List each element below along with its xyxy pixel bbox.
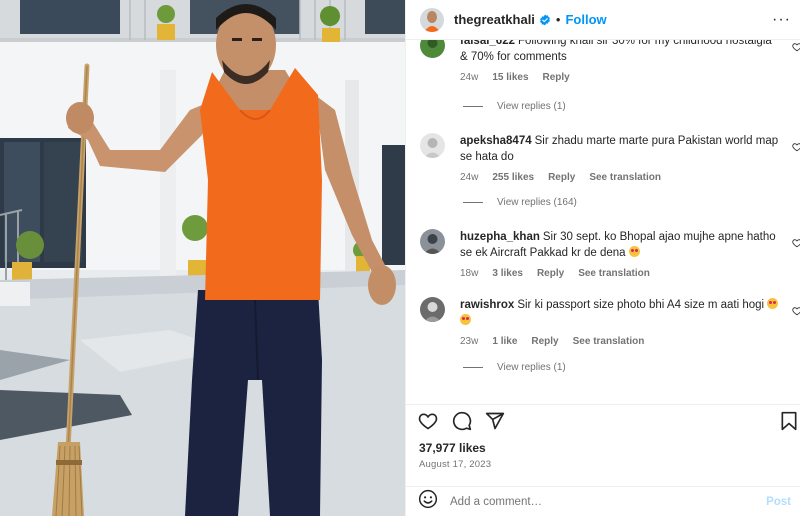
comment-meta: 23w 1 like Reply See translation: [460, 336, 790, 347]
see-translation-button[interactable]: See translation: [573, 336, 645, 347]
comment-time: 23w: [460, 336, 479, 347]
comment-time: 24w: [460, 72, 479, 83]
comment-meta: 24w 255 likes Reply See translation: [460, 172, 790, 183]
comment-likes[interactable]: 1 like: [492, 336, 517, 347]
comment-item: huzepha_khan Sir 30 sept. ko Bhopal ajao …: [420, 229, 800, 279]
post-photo: [0, 0, 405, 516]
reply-button[interactable]: Reply: [548, 172, 575, 183]
post-likes-count[interactable]: 37,977 likes: [419, 441, 486, 455]
comment-meta: 18w 3 likes Reply See translation: [460, 268, 790, 279]
view-replies-label: View replies (164): [497, 197, 577, 208]
comment-meta: 24w 15 likes Reply: [460, 72, 790, 83]
reply-button[interactable]: Reply: [537, 268, 564, 279]
laughing-emoji-icon: [628, 246, 640, 257]
comment-username[interactable]: faisal_622: [460, 40, 515, 47]
replies-divider: [463, 106, 483, 107]
comment-item: apeksha8474 Sir zhadu marte marte pura Pa…: [420, 133, 800, 183]
post-date: August 17, 2023: [419, 459, 492, 470]
comment-icon[interactable]: [452, 411, 472, 436]
comment-text: apeksha8474 Sir zhadu marte marte pura Pa…: [460, 133, 780, 165]
comment-item: faisal_622 Following khali sir 30% for my…: [420, 40, 800, 83]
author-avatar[interactable]: [420, 7, 444, 32]
commenter-avatar[interactable]: [420, 297, 445, 322]
view-replies-label: View replies (1): [497, 101, 566, 112]
post-actions-bar: [406, 404, 800, 434]
add-comment-input[interactable]: [450, 495, 767, 508]
add-comment-bar: Post: [406, 486, 800, 516]
see-translation-button[interactable]: See translation: [589, 172, 661, 183]
see-translation-button[interactable]: See translation: [578, 268, 650, 279]
comment-time: 18w: [460, 268, 479, 279]
comment-text: huzepha_khan Sir 30 sept. ko Bhopal ajao …: [460, 229, 780, 261]
post-header: thegreatkhali • Follow ···: [406, 0, 800, 40]
bookmark-icon[interactable]: [780, 411, 798, 436]
view-replies-label: View replies (1): [497, 362, 566, 373]
verified-badge-icon: [539, 14, 551, 26]
comment-content: Sir ki passport size photo bhi A4 size m…: [517, 299, 765, 311]
emoji-icon[interactable]: [418, 489, 438, 514]
post-comment-button[interactable]: Post: [766, 496, 791, 508]
comment-likes[interactable]: 255 likes: [492, 172, 534, 183]
view-replies-button[interactable]: View replies (164): [463, 197, 577, 208]
author-username[interactable]: thegreatkhali: [454, 12, 535, 27]
comment-text: faisal_622 Following khali sir 30% for my…: [460, 40, 780, 65]
author-avatar-image: [420, 7, 444, 32]
replies-divider: [463, 367, 483, 368]
separator-dot: •: [555, 12, 561, 27]
post-sidebar: thegreatkhali • Follow ··· faisal_622 Fol…: [405, 0, 800, 516]
commenter-avatar[interactable]: [420, 229, 445, 254]
heart-eyes-emoji-icon: [460, 314, 471, 325]
follow-button[interactable]: Follow: [565, 12, 606, 27]
more-options-icon[interactable]: ···: [772, 11, 791, 29]
heart-eyes-emoji-icon: [767, 298, 779, 309]
post-media[interactable]: [0, 0, 405, 516]
comment-time: 24w: [460, 172, 479, 183]
view-replies-button[interactable]: View replies (1): [463, 101, 566, 112]
comment-likes[interactable]: 15 likes: [492, 72, 528, 83]
comment-username[interactable]: huzepha_khan: [460, 231, 540, 243]
comment-like-heart-icon[interactable]: [792, 40, 800, 57]
comment-item: rawishrox Sir ki passport size photo bhi …: [420, 297, 800, 347]
comment-likes[interactable]: 3 likes: [492, 268, 523, 279]
comments-list[interactable]: faisal_622 Following khali sir 30% for my…: [406, 40, 800, 404]
comment-username[interactable]: rawishrox: [460, 299, 514, 311]
reply-button[interactable]: Reply: [531, 336, 558, 347]
comment-like-heart-icon[interactable]: [792, 303, 800, 321]
commenter-avatar[interactable]: [420, 133, 445, 158]
replies-divider: [463, 202, 483, 203]
share-icon[interactable]: [485, 411, 505, 436]
heart-icon[interactable]: [418, 411, 438, 436]
comment-text: rawishrox Sir ki passport size photo bhi …: [460, 297, 780, 329]
comment-like-heart-icon[interactable]: [792, 235, 800, 253]
reply-button[interactable]: Reply: [543, 72, 570, 83]
comment-username[interactable]: apeksha8474: [460, 135, 532, 147]
view-replies-button[interactable]: View replies (1): [463, 362, 566, 373]
commenter-avatar[interactable]: [420, 40, 445, 58]
comment-like-heart-icon[interactable]: [792, 139, 800, 157]
